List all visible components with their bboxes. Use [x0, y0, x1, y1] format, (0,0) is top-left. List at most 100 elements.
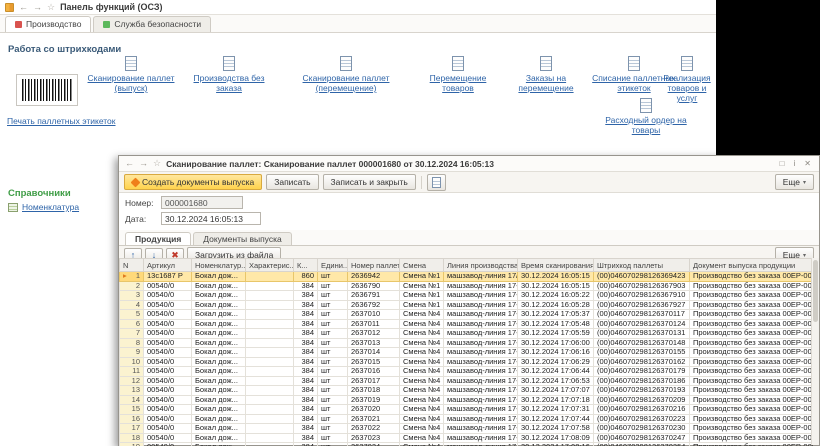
table-cell[interactable]: 00540/0: [144, 367, 192, 377]
table-row[interactable]: 500540/0Бокал дож...384шт2637010Смена №4…: [120, 310, 814, 320]
table-cell[interactable]: 30.12.2024 17:07:07: [518, 386, 594, 396]
table-cell[interactable]: машзавод-линия 17-1: [444, 329, 518, 339]
table-cell[interactable]: 384: [294, 281, 318, 291]
table-cell[interactable]: Бокал дож...: [192, 272, 246, 282]
table-cell[interactable]: Производство без заказа 00ЕР-005064 от 3…: [690, 433, 814, 443]
table-cell[interactable]: 18: [120, 433, 144, 443]
table-cell[interactable]: машзавод-линия 17-1: [444, 376, 518, 386]
favorites-star-icon[interactable]: ☆: [153, 159, 161, 168]
table-cell[interactable]: 11: [120, 367, 144, 377]
table-row[interactable]: 1300540/0Бокал дож...384шт2637018Смена №…: [120, 386, 814, 396]
table-row[interactable]: 800540/0Бокал дож...384шт2637013Смена №4…: [120, 338, 814, 348]
table-cell[interactable]: машзавод-линия 17-1: [444, 405, 518, 415]
reference-item-nomenclature[interactable]: Номенклатура: [8, 202, 79, 212]
table-cell[interactable]: 16: [120, 414, 144, 424]
table-cell[interactable]: 30.12.2024 17:07:31: [518, 405, 594, 415]
table-cell[interactable]: Производство без заказа 00ЕР-005064 от 3…: [690, 443, 814, 446]
more-actions-button[interactable]: Еще ▾: [775, 174, 814, 190]
table-row[interactable]: 1400540/0Бокал дож...384шт2637019Смена №…: [120, 395, 814, 405]
table-cell[interactable]: (00)046070298126367903: [594, 281, 690, 291]
table-cell[interactable]: 2637015: [348, 357, 400, 367]
table-cell[interactable]: 30.12.2024 17:08:09: [518, 433, 594, 443]
table-cell[interactable]: Смена №4: [400, 424, 444, 434]
table-cell[interactable]: [246, 281, 294, 291]
table-cell[interactable]: машзавод-линия 17-1: [444, 386, 518, 396]
table-cell[interactable]: Смена №1: [400, 300, 444, 310]
table-row[interactable]: 1700540/0Бокал дож...384шт2637022Смена №…: [120, 424, 814, 434]
table-cell[interactable]: [246, 433, 294, 443]
table-cell[interactable]: 2636790: [348, 281, 400, 291]
table-cell[interactable]: Бокал дож...: [192, 424, 246, 434]
table-cell[interactable]: 2637020: [348, 405, 400, 415]
table-cell[interactable]: Смена №4: [400, 367, 444, 377]
table-cell[interactable]: 30.12.2024 17:06:00: [518, 338, 594, 348]
table-cell[interactable]: Бокал дож...: [192, 367, 246, 377]
table-cell[interactable]: 30.12.2024 16:05:28: [518, 300, 594, 310]
table-cell[interactable]: Бокал дож...: [192, 348, 246, 358]
table-cell[interactable]: машзавод-линия 17-1: [444, 300, 518, 310]
tab-products[interactable]: Продукция: [125, 232, 191, 245]
panel-link-scan-pallets-move[interactable]: Сканирование паллет (перемещение): [280, 56, 412, 96]
table-cell[interactable]: [246, 424, 294, 434]
table-cell[interactable]: 384: [294, 367, 318, 377]
table-cell[interactable]: Смена №4: [400, 405, 444, 415]
table-cell[interactable]: [246, 414, 294, 424]
table-cell[interactable]: [246, 367, 294, 377]
table-cell[interactable]: Бокал дож...: [192, 291, 246, 301]
table-row[interactable]: 1800540/0Бокал дож...384шт2637023Смена №…: [120, 433, 814, 443]
table-cell[interactable]: 00540/0: [144, 338, 192, 348]
tab-security[interactable]: Служба безопасности: [93, 16, 211, 32]
table-cell[interactable]: 8: [120, 338, 144, 348]
table-cell[interactable]: (00)046070298126370124: [594, 319, 690, 329]
table-cell[interactable]: Смена №4: [400, 310, 444, 320]
table-cell[interactable]: 00540/0: [144, 405, 192, 415]
scrollbar-thumb[interactable]: [813, 260, 818, 322]
column-header[interactable]: N: [120, 259, 144, 272]
table-cell[interactable]: 00540/0: [144, 348, 192, 358]
table-cell[interactable]: шт: [318, 272, 348, 282]
table-cell[interactable]: Бокал дож...: [192, 386, 246, 396]
table-cell[interactable]: Бокал дож...: [192, 395, 246, 405]
tab-production[interactable]: Производство: [5, 16, 91, 32]
table-cell[interactable]: 00540/0: [144, 281, 192, 291]
table-cell[interactable]: [246, 329, 294, 339]
create-based-on-button[interactable]: [427, 174, 446, 191]
panel-link-movement-orders[interactable]: Заказы на перемещение: [504, 56, 588, 96]
table-cell[interactable]: [246, 395, 294, 405]
table-cell[interactable]: 30.12.2024 16:05:22: [518, 291, 594, 301]
table-cell[interactable]: шт: [318, 281, 348, 291]
table-cell[interactable]: 00540/0: [144, 310, 192, 320]
table-cell[interactable]: Производство без заказа 00ЕР-005064 от 3…: [690, 386, 814, 396]
table-cell[interactable]: Производство без заказа 00ЕР-005064 от 3…: [690, 414, 814, 424]
table-cell[interactable]: 384: [294, 338, 318, 348]
link-print-pallet-labels[interactable]: Печать паллетных этикеток: [7, 116, 129, 126]
table-cell[interactable]: 384: [294, 319, 318, 329]
table-cell[interactable]: 384: [294, 357, 318, 367]
table-cell[interactable]: машзавод-линия 17-1: [444, 433, 518, 443]
table-cell[interactable]: 2637014: [348, 348, 400, 358]
table-cell[interactable]: Смена №4: [400, 414, 444, 424]
table-cell[interactable]: шт: [318, 443, 348, 446]
table-cell[interactable]: Производство без заказа 00ЕР-005064 от 3…: [690, 376, 814, 386]
table-cell[interactable]: шт: [318, 395, 348, 405]
table-cell[interactable]: 30.12.2024 17:06:29: [518, 357, 594, 367]
table-cell[interactable]: 384: [294, 414, 318, 424]
table-cell[interactable]: машзавод-линия 17-1: [444, 424, 518, 434]
table-cell[interactable]: 2637024: [348, 443, 400, 446]
panel-link-production-without-order[interactable]: Производства без заказа: [184, 56, 274, 96]
table-cell[interactable]: (00)046070298126370254: [594, 443, 690, 446]
table-cell[interactable]: 00540/0: [144, 329, 192, 339]
table-row[interactable]: 900540/0Бокал дож...384шт2637014Смена №4…: [120, 348, 814, 358]
column-header[interactable]: Документ выпуска продукции: [690, 259, 814, 272]
column-header[interactable]: Время сканирования: [518, 259, 594, 272]
table-cell[interactable]: шт: [318, 329, 348, 339]
table-cell[interactable]: 30.12.2024 17:06:44: [518, 367, 594, 377]
table-cell[interactable]: 00540/0: [144, 424, 192, 434]
column-header[interactable]: Линия производства: [444, 259, 518, 272]
table-cell[interactable]: 2637011: [348, 319, 400, 329]
table-cell[interactable]: Смена №4: [400, 376, 444, 386]
table-cell[interactable]: (00)046070298126370223: [594, 414, 690, 424]
back-icon[interactable]: ←: [19, 3, 28, 12]
date-input[interactable]: 30.12.2024 16:05:13: [161, 212, 261, 225]
table-cell[interactable]: 4: [120, 300, 144, 310]
